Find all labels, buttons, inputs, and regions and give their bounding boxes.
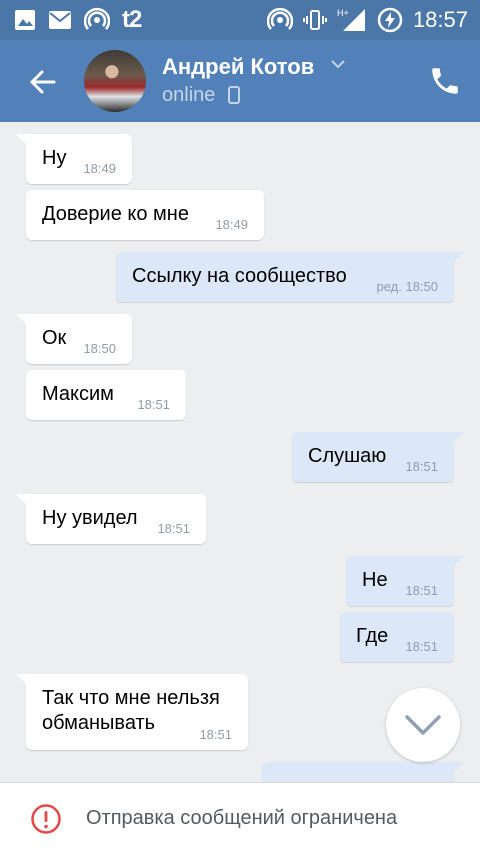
status-bar: t2 H+ 18:57 (0, 0, 480, 40)
back-button[interactable] (22, 62, 62, 102)
gallery-icon (14, 6, 36, 34)
message-time: 18:51 (405, 639, 438, 654)
message-text: Ну (42, 147, 67, 169)
message-out[interactable]: Слушаю 18:51 (292, 432, 464, 482)
message-text: Ссылку на сообщество (132, 265, 347, 287)
mobile-device-icon (228, 86, 240, 104)
message-text: Так что мне нельзя обманывать (42, 687, 220, 734)
status-bar-right: H+ 18:57 (266, 6, 468, 34)
message-in[interactable]: Доверие ко мне 18:49 (26, 190, 264, 240)
message-time: ред. 18:50 (376, 279, 438, 294)
hotspot-icon (266, 6, 293, 34)
message-in[interactable]: Ну увидел 18:51 (16, 494, 206, 544)
alert-circle-icon (31, 804, 61, 834)
network-type: H+ (337, 8, 349, 18)
restriction-message: Отправка сообщений ограничена (86, 807, 398, 829)
scroll-down-button[interactable] (386, 688, 460, 762)
carrier-label: t2 (122, 6, 142, 33)
vibrate-icon (302, 6, 327, 34)
avatar[interactable] (84, 50, 146, 112)
message-time: 18:51 (157, 521, 190, 536)
signal-icon: H+ (337, 6, 367, 34)
hotspot-icon (84, 6, 110, 34)
message-text: Максим (42, 383, 114, 405)
call-button[interactable] (428, 64, 462, 98)
message-text: Где (356, 625, 389, 647)
message-text: Ну увидел (42, 507, 138, 529)
message-in[interactable]: Максим 18:51 (26, 370, 186, 420)
message-time: 18:51 (137, 397, 170, 412)
contact-name[interactable]: Андрей Котов (162, 54, 314, 80)
composer-restricted-bar: Отправка сообщений ограничена (0, 782, 480, 854)
chat-header: Андрей Котов online (0, 40, 480, 122)
message-time: 18:50 (83, 341, 116, 356)
message-out[interactable]: Ссылку на сообщество ред. 18:50 (116, 252, 464, 302)
chevron-down-icon (405, 715, 441, 735)
message-time: 18:51 (199, 727, 232, 742)
chevron-down-icon[interactable] (330, 58, 346, 70)
message-list[interactable]: Ну 18:49 Доверие ко мне 18:49 Ссылку на … (0, 122, 480, 782)
message-text: Доверие ко мне (42, 203, 189, 225)
back-arrow-icon (30, 70, 56, 94)
message-time: 18:49 (215, 217, 248, 232)
message-in[interactable]: Так что мне нельзя обманывать 18:51 (16, 674, 248, 750)
message-in[interactable]: Ну 18:49 (16, 134, 132, 184)
message-time: 18:51 (405, 459, 438, 474)
phone-icon (432, 68, 458, 94)
message-text: Ок (42, 327, 67, 349)
status-time: 18:57 (412, 7, 468, 32)
message-in[interactable]: Ок 18:50 (16, 314, 132, 364)
message-out[interactable]: Не 18:51 (346, 556, 464, 606)
message-out[interactable]: Где 18:51 (340, 612, 454, 662)
message-text: Слушаю (308, 445, 387, 467)
message-time: 18:49 (83, 161, 116, 176)
mail-icon (48, 6, 72, 34)
message-out-partial[interactable] (262, 762, 464, 782)
contact-status: online (162, 84, 216, 106)
battery-charging-icon (377, 6, 403, 34)
message-text: Не (362, 569, 388, 591)
status-bar-left: t2 (14, 6, 142, 34)
message-time: 18:51 (405, 583, 438, 598)
